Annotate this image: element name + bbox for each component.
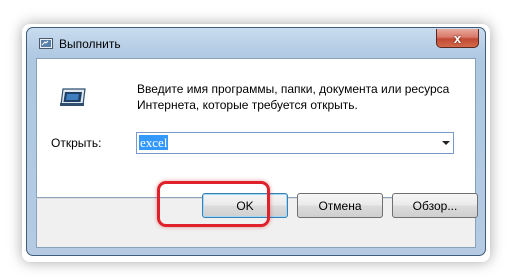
window-title: Выполнить <box>59 37 121 51</box>
ok-button[interactable]: OK <box>202 193 288 218</box>
run-program-icon <box>60 88 86 106</box>
open-input-value[interactable]: excel <box>139 135 169 150</box>
close-icon: x <box>453 30 462 46</box>
dialog-description: Введите имя программы, папки, документа … <box>137 82 450 112</box>
close-button[interactable]: x <box>436 29 479 48</box>
run-dialog-window: Выполнить x Введите имя программы, папки… <box>26 27 486 256</box>
cancel-button[interactable]: Отмена <box>297 193 383 218</box>
run-app-icon <box>39 38 53 49</box>
open-field-label: Открыть: <box>51 136 102 150</box>
screenshot-stage: Выполнить x Введите имя программы, папки… <box>0 0 509 278</box>
dialog-content: Введите имя программы, папки, документа … <box>36 58 476 198</box>
browse-button[interactable]: Обзор... <box>392 193 478 218</box>
title-bar[interactable]: Выполнить x <box>27 28 485 58</box>
dropdown-arrow-icon[interactable] <box>442 141 450 145</box>
open-combobox[interactable]: excel <box>136 132 454 154</box>
